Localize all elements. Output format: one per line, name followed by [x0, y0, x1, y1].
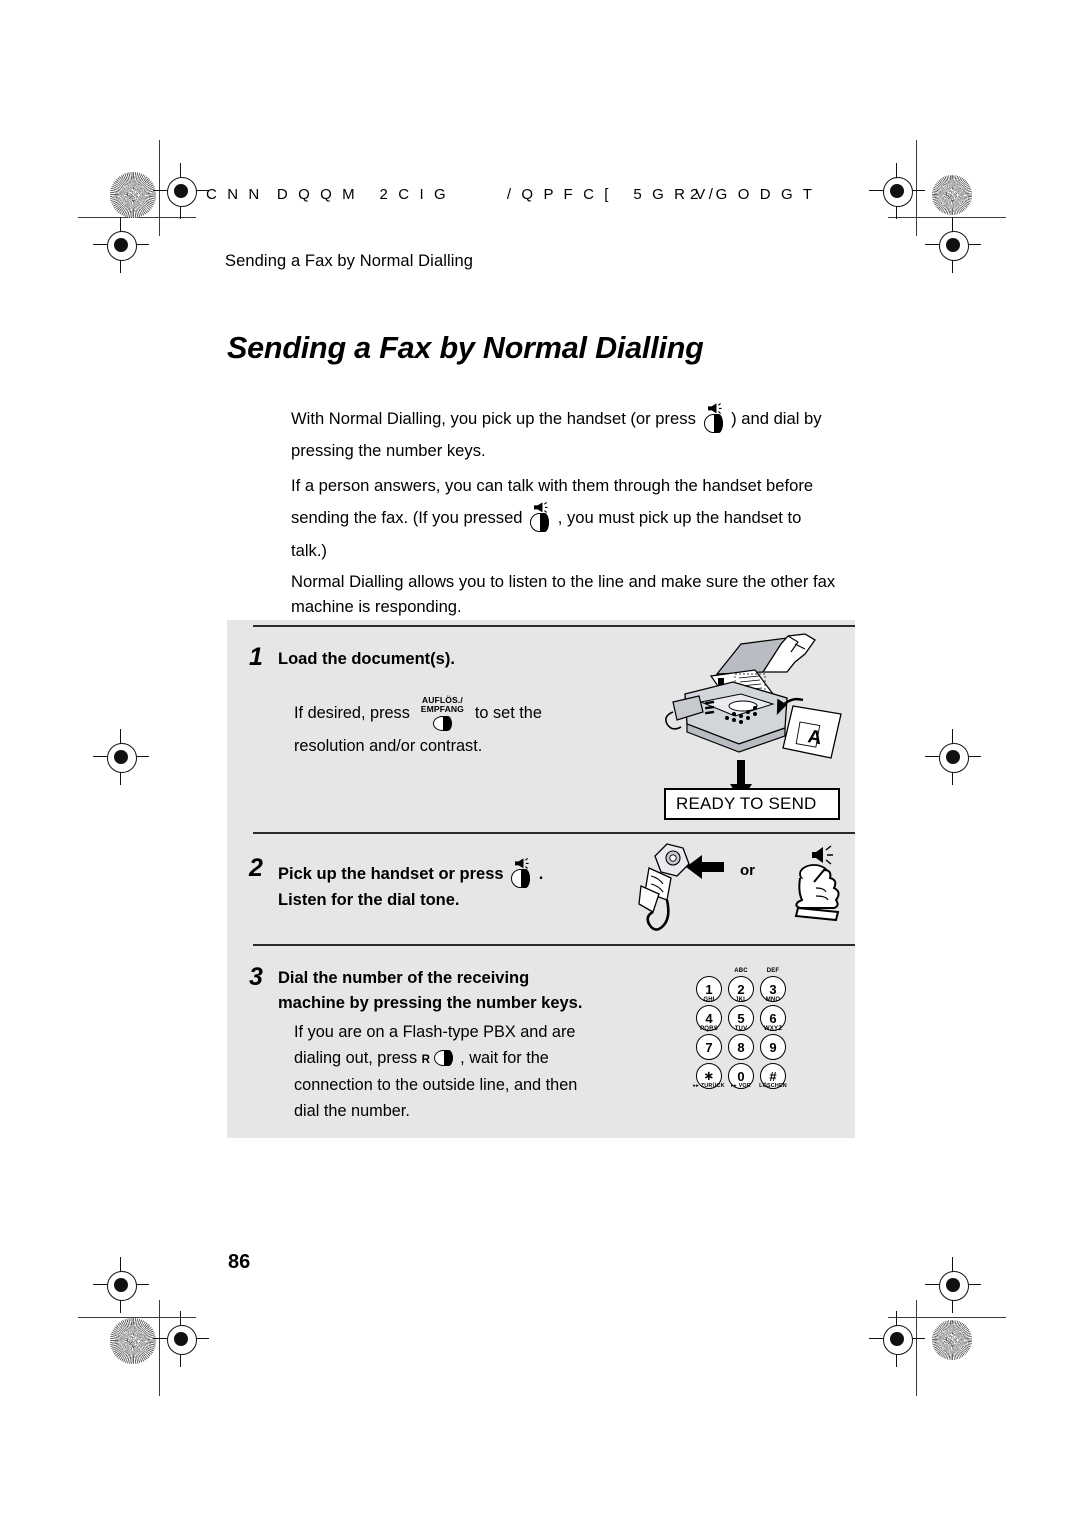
print-rosette-top-left: [110, 172, 156, 218]
step-divider-2-3: [253, 944, 855, 946]
running-head: Sending a Fax by Normal Dialling: [225, 252, 474, 270]
step-divider-1-2: [253, 832, 855, 834]
page-title: Sending a Fax by Normal Dialling: [227, 331, 704, 365]
trim-line-right-vert-bottom: [916, 1300, 918, 1396]
speaker-button-icon: [701, 403, 727, 433]
encoded-header-left: C N N D Q Q M 2 C I G / Q P F C [ 5 G R …: [206, 186, 815, 203]
step-2-number: 2: [249, 854, 263, 882]
speaker-button-icon: [508, 858, 534, 888]
registration-mark-left-lower: [93, 1257, 149, 1313]
trim-line-right-vert: [916, 140, 918, 236]
step-3-heading-a: Dial the number of the receiving: [278, 969, 530, 987]
intro-p2-text-d: talk.): [291, 540, 327, 560]
keypad-function-#: LÖSCHEN: [759, 1083, 787, 1089]
keypad-function-∗: ▸▸ ZURÜCK: [693, 1083, 725, 1089]
step-3-body-b: dialing out, press: [294, 1049, 418, 1068]
step-3-body-a: If you are on a Flash-type PBX and are: [294, 1023, 576, 1041]
keypad-letters-7: PQRS: [700, 1026, 718, 1032]
trim-line-top-right: [888, 217, 1006, 219]
step-1-body-b: to set the: [474, 704, 542, 722]
step-2-or-label: or: [740, 862, 755, 879]
lcd-display-ready-to-send: READY TO SEND: [664, 788, 840, 820]
keypad-letters-5: JKL: [735, 997, 747, 1003]
step-1-body-a: If desired, press: [294, 704, 410, 722]
speaker-button-circle: [511, 869, 531, 888]
intro-p3-text-a: Normal Dialling allows you to listen to …: [291, 572, 836, 591]
step-3-body-e: dial the number.: [294, 1102, 410, 1121]
registration-mark-right-lower: [925, 1257, 981, 1313]
keypad-letters-6: MNO: [765, 997, 781, 1003]
registration-mark-bottom-right: [869, 1311, 925, 1367]
print-rosette-bottom-left: [110, 1318, 156, 1364]
intro-p2-text-c: , you must pick up the handset to: [557, 508, 802, 528]
intro-p1-text-b: ) and dial by: [731, 409, 822, 428]
resolution-reception-key: AUFLÖS./ EMPFANG: [414, 695, 470, 732]
speaker-horn-icon: [534, 502, 548, 514]
number-keypad-illustration: 1 ABC 2 DEF 3 GHI 4 JKL 5 MNO 6 PQRS 7 TUV 8 WXYZ 9 ∗ ▸▸ Z…: [693, 968, 794, 1089]
intro-p2-text-a: If a person answers, you can talk with t…: [291, 476, 814, 495]
speaker-horn-icon: [812, 845, 833, 865]
step-3-heading: Dial the number of the receiving machine…: [278, 966, 608, 1016]
step-3-body-d: connection to the outside line, and then: [294, 1075, 578, 1094]
intro-paragraph-2: If a person answers, you can talk with t…: [291, 470, 861, 567]
fax-load-document-illustration: A: [665, 633, 842, 759]
keypad-key-∗[interactable]: ∗ ▸▸ ZURÜCK: [693, 1055, 725, 1093]
print-rosette-bottom-right: [932, 1320, 972, 1360]
step-1-number: 1: [249, 643, 263, 671]
step-2-heading-c: Listen for the dial tone.: [278, 891, 460, 909]
trim-line-left-vert-bottom: [159, 1300, 161, 1396]
encoded-header-right: 2 /: [690, 186, 716, 203]
keypad-key-#[interactable]: # LÖSCHEN: [758, 1055, 788, 1093]
registration-mark-top-right: [869, 163, 925, 219]
step-3-number: 3: [249, 963, 263, 991]
step-2-heading-b: .: [538, 865, 544, 883]
keypad-function-0: ▸▸ VOR: [731, 1083, 751, 1089]
step-3-body: If you are on a Flash-type PBX and are d…: [294, 1019, 614, 1125]
flash-r-key-label: R: [421, 1054, 430, 1067]
step-1-body-c: resolution and/or contrast.: [294, 737, 483, 755]
left-arrow-icon: [686, 855, 724, 879]
reskey-button-oval: [433, 716, 453, 731]
lcd-text: READY TO SEND: [676, 794, 817, 813]
intro-p3-text-b: machine is responding.: [291, 596, 462, 616]
intro-p2-text-b: sending the fax. (If you pressed: [291, 508, 523, 528]
step-1-heading: Load the document(s).: [278, 650, 455, 668]
trim-line-bottom-right: [888, 1317, 1006, 1319]
press-speaker-button-illustration: [794, 845, 840, 922]
keypad-letters-3: DEF: [766, 968, 780, 974]
print-rosette-top-right: [932, 175, 972, 215]
intro-paragraph-3: Normal Dialling allows you to listen to …: [291, 570, 861, 620]
reskey-label-line2: EMPFANG: [420, 704, 464, 715]
step-2-heading-a: Pick up the handset or press: [278, 865, 504, 883]
registration-mark-bottom-left: [153, 1311, 209, 1367]
registration-mark-left-upper: [93, 217, 149, 273]
step-3-heading-b: machine by pressing the number keys.: [278, 994, 583, 1013]
keypad-letters-4: GHI: [703, 997, 715, 1003]
step-3-body-c: , wait for the: [460, 1049, 549, 1068]
registration-mark-left-mid: [93, 729, 149, 785]
keypad-letters-2: ABC: [734, 968, 748, 974]
registration-mark-right-mid: [925, 729, 981, 785]
speaker-button-circle: [530, 513, 550, 533]
registration-mark-top-left: [153, 163, 209, 219]
keypad-key-0[interactable]: 0 ▸▸ VOR: [726, 1055, 756, 1093]
intro-p1-text-c: pressing the number keys.: [291, 441, 486, 461]
step-divider-top: [253, 625, 855, 627]
speaker-horn-icon: [515, 858, 529, 869]
intro-paragraph-1: With Normal Dialling, you pick up the ha…: [291, 403, 851, 468]
keypad-letters-8: TUV: [734, 1026, 748, 1032]
step-2-heading: Pick up the handset or press . Listen fo…: [278, 858, 578, 913]
trim-line-left-vert: [159, 140, 161, 236]
speaker-button-circle: [703, 414, 723, 433]
speaker-horn-icon: [707, 403, 722, 414]
registration-mark-right-upper: [925, 217, 981, 273]
flash-r-key-oval: [433, 1050, 453, 1067]
page-number: 86: [228, 1251, 251, 1273]
keypad-letters-9: WXYZ: [763, 1026, 783, 1032]
step-1-body: If desired, press AUFLÖS./ EMPFANG to se…: [294, 695, 624, 761]
speaker-button-icon: [527, 502, 553, 533]
intro-p1-text-a: With Normal Dialling, you pick up the ha…: [291, 409, 696, 428]
flash-r-key: R: [422, 1049, 456, 1067]
